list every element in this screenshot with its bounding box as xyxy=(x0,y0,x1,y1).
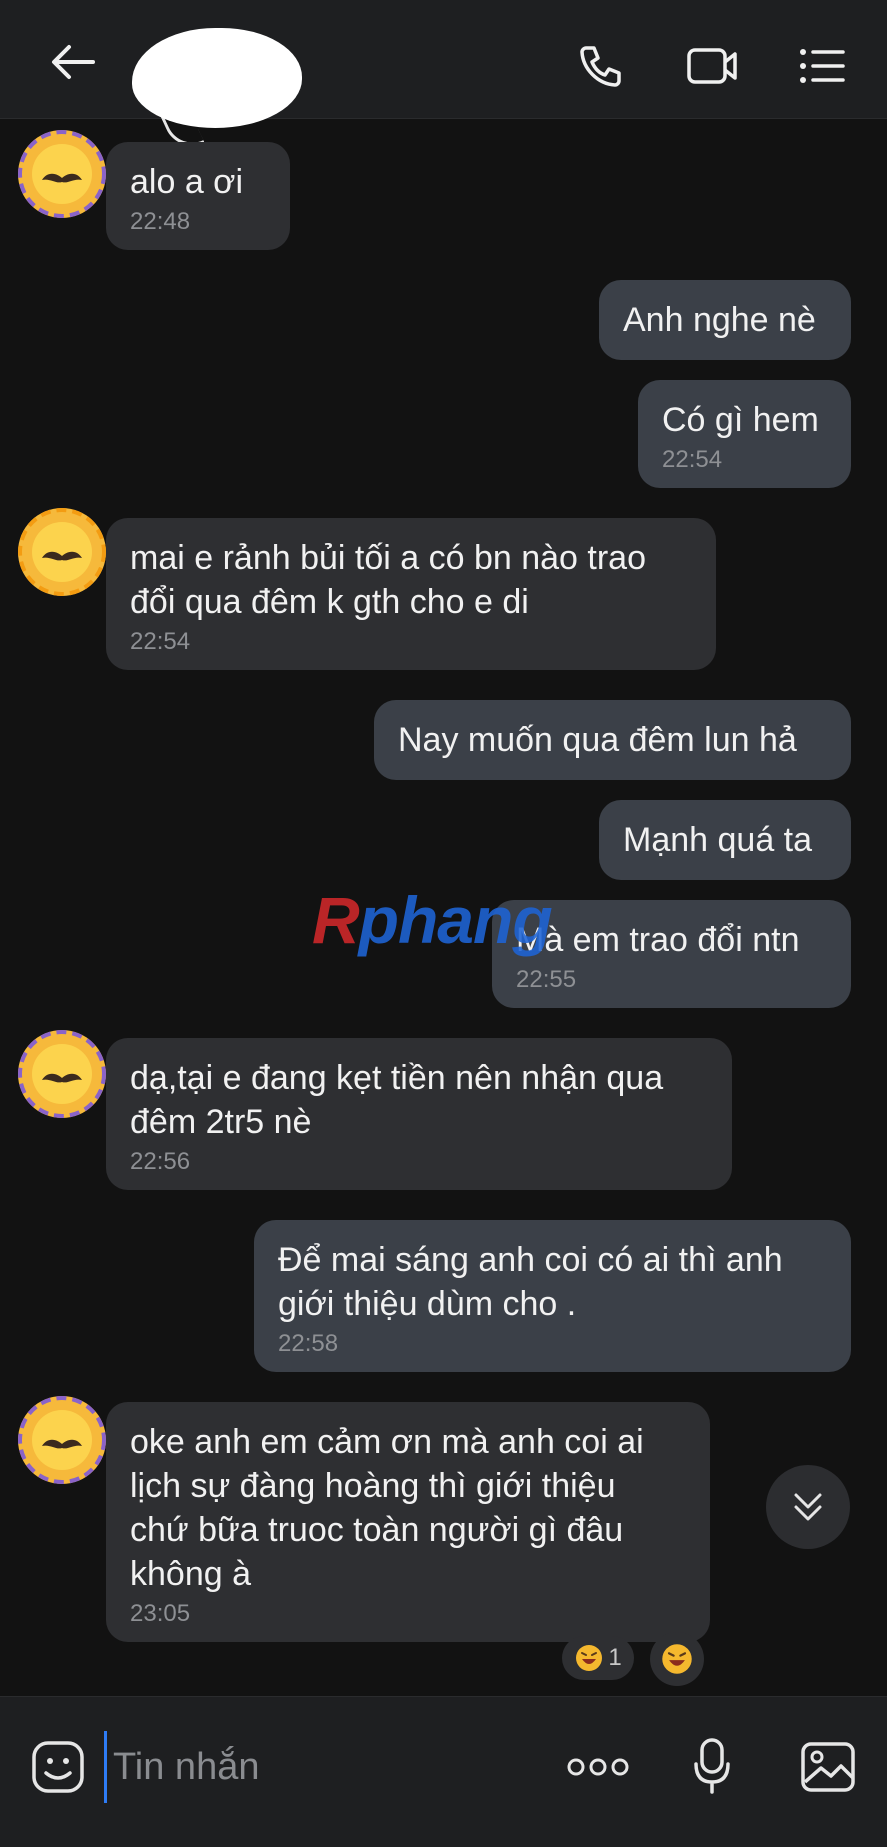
microphone-icon xyxy=(694,1738,730,1794)
outgoing-message[interactable]: Mạnh quá ta xyxy=(599,800,851,880)
image-gallery-icon xyxy=(801,1742,855,1792)
laughing-emoji-icon xyxy=(576,1645,603,1671)
message-text: mai e rảnh bủi tối a có bn nào trao đổi … xyxy=(130,539,646,621)
contact-avatar[interactable] xyxy=(14,504,110,600)
message-text: Để mai sáng anh coi có ai thì anh giới t… xyxy=(278,1241,783,1323)
outgoing-message[interactable]: Để mai sáng anh coi có ai thì anh giới t… xyxy=(254,1220,851,1372)
message-time: 22:56 xyxy=(130,1148,191,1175)
double-chevron-down-icon xyxy=(794,1493,822,1521)
phone-icon xyxy=(580,46,621,87)
voice-message-button[interactable] xyxy=(682,1733,742,1799)
laughing-emoji-icon xyxy=(662,1644,692,1674)
arrow-left-icon xyxy=(52,45,95,79)
message-text: dạ,tại e đang kẹt tiền nên nhận qua đêm … xyxy=(130,1059,664,1141)
more-dots-icon xyxy=(567,1758,629,1776)
redacted-contact-name[interactable] xyxy=(132,28,302,128)
contact-avatar[interactable] xyxy=(14,1392,110,1488)
smiley-sticker-icon xyxy=(32,1741,84,1793)
message-time: 22:48 xyxy=(130,208,191,235)
message-text: Mạnh quá ta xyxy=(623,821,813,859)
add-reaction-button[interactable] xyxy=(650,1632,704,1686)
incoming-message[interactable]: alo a ơi 22:48 xyxy=(106,142,290,250)
message-time: 22:54 xyxy=(662,446,723,473)
message-time: 22:55 xyxy=(516,966,577,993)
more-options-button[interactable] xyxy=(560,1737,636,1797)
message-text: Mà em trao đổi ntn xyxy=(516,921,800,959)
message-time: 22:54 xyxy=(130,628,191,655)
message-text: Anh nghe nè xyxy=(623,301,816,339)
watermark-logo: Rphang xyxy=(312,883,553,957)
video-camera-icon xyxy=(687,48,737,84)
message-text: Có gì hem xyxy=(662,401,819,439)
chat-header xyxy=(0,0,887,156)
message-time: 22:58 xyxy=(278,1330,339,1357)
reaction-summary[interactable]: 1 xyxy=(562,1636,634,1680)
incoming-message[interactable]: dạ,tại e đang kẹt tiền nên nhận qua đêm … xyxy=(106,1038,732,1190)
contact-avatar[interactable] xyxy=(14,1026,110,1122)
message-composer xyxy=(0,1696,887,1847)
outgoing-message[interactable]: Có gì hem 22:54 xyxy=(638,380,851,488)
message-text: alo a ơi xyxy=(130,163,244,201)
message-text: Nay muốn qua đêm lun hả xyxy=(398,721,797,759)
scroll-to-bottom-button[interactable] xyxy=(766,1465,850,1549)
outgoing-message[interactable]: Nay muốn qua đêm lun hả xyxy=(374,700,851,780)
sticker-button[interactable] xyxy=(28,1737,88,1797)
list-menu-icon xyxy=(800,49,845,83)
outgoing-message[interactable]: Anh nghe nè xyxy=(599,280,851,360)
chat-options-button[interactable] xyxy=(790,36,854,96)
message-text: oke anh em cảm ơn mà anh coi ai lịch sự … xyxy=(130,1423,644,1593)
message-time: 23:05 xyxy=(130,1600,191,1627)
voice-call-button[interactable] xyxy=(570,36,630,96)
contact-avatar[interactable] xyxy=(14,126,110,222)
send-photo-button[interactable] xyxy=(796,1735,860,1799)
incoming-message[interactable]: mai e rảnh bủi tối a có bn nào trao đổi … xyxy=(106,518,716,670)
video-call-button[interactable] xyxy=(680,36,744,96)
incoming-message[interactable]: oke anh em cảm ơn mà anh coi ai lịch sự … xyxy=(106,1402,710,1642)
reaction-count: 1 xyxy=(608,1644,622,1671)
back-button[interactable] xyxy=(38,32,108,92)
message-input[interactable] xyxy=(104,1731,545,1803)
